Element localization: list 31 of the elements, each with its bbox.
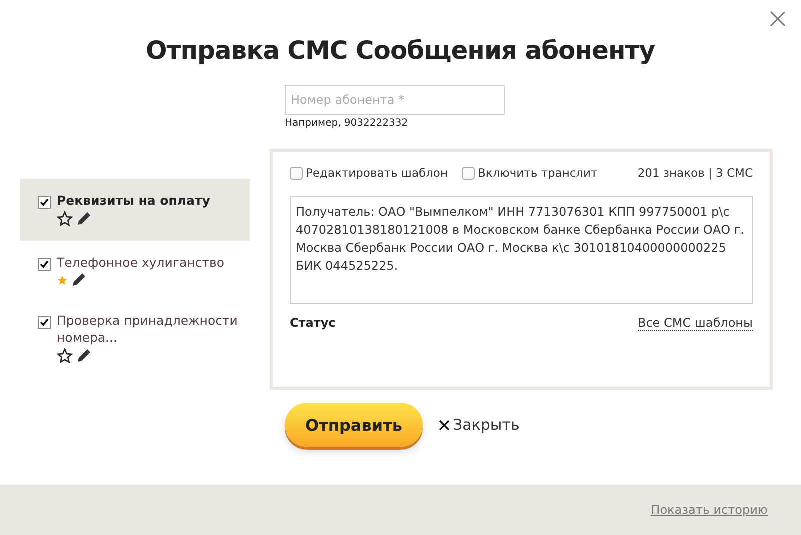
dialog-title: Отправка СМС Сообщения абоненту bbox=[145, 36, 656, 65]
close-icon bbox=[439, 420, 450, 430]
close-button[interactable]: Закрыть bbox=[439, 416, 520, 434]
template-label: Проверка принадлежности номера... bbox=[57, 313, 238, 346]
template-label: Реквизиты на оплату bbox=[57, 193, 210, 210]
send-button[interactable]: Отправить bbox=[285, 403, 423, 447]
template-item[interactable]: Реквизиты на оплату bbox=[20, 179, 250, 241]
checkbox[interactable] bbox=[38, 258, 51, 271]
star-icon[interactable] bbox=[57, 274, 68, 286]
checkbox[interactable] bbox=[462, 166, 475, 180]
phone-field[interactable]: Номер абонента * bbox=[285, 85, 505, 115]
status-label: Статус bbox=[290, 316, 336, 331]
pencil-icon[interactable] bbox=[77, 348, 91, 363]
template-label: Телефонное хулиганство bbox=[57, 255, 224, 272]
all-templates-link[interactable]: Все СМС шаблоны bbox=[638, 316, 753, 331]
pencil-icon[interactable] bbox=[72, 273, 86, 288]
option-label: Включить транслит bbox=[478, 166, 598, 180]
option-label: Редактировать шаблон bbox=[306, 166, 448, 180]
star-icon[interactable] bbox=[57, 211, 73, 228]
close-icon[interactable] bbox=[769, 10, 787, 28]
pencil-icon[interactable] bbox=[77, 212, 91, 226]
char-counter: 201 знаков | 3 СМС bbox=[638, 166, 753, 180]
message-field[interactable]: Получатель: ОАО "Вымпелком" ИНН 7713076301 КПП 997750001 р\с 40702810138180121008 в Московском банке Сбербанка России ОАО г. Москва Сбербанк России ОАО г. Москва к\с 30101810400000000225 БИК 044525225. bbox=[290, 196, 753, 304]
checkbox[interactable] bbox=[38, 316, 51, 330]
checkbox[interactable] bbox=[290, 166, 303, 180]
history-link[interactable]: Показать историю bbox=[651, 503, 768, 517]
template-item[interactable]: Проверка принадлежности номера... bbox=[20, 299, 250, 376]
star-icon[interactable] bbox=[57, 348, 73, 364]
template-item[interactable]: Телефонное хулиганство bbox=[20, 241, 250, 300]
checkbox[interactable] bbox=[38, 196, 51, 209]
phone-hint: Например, 9032222332 bbox=[285, 118, 410, 129]
